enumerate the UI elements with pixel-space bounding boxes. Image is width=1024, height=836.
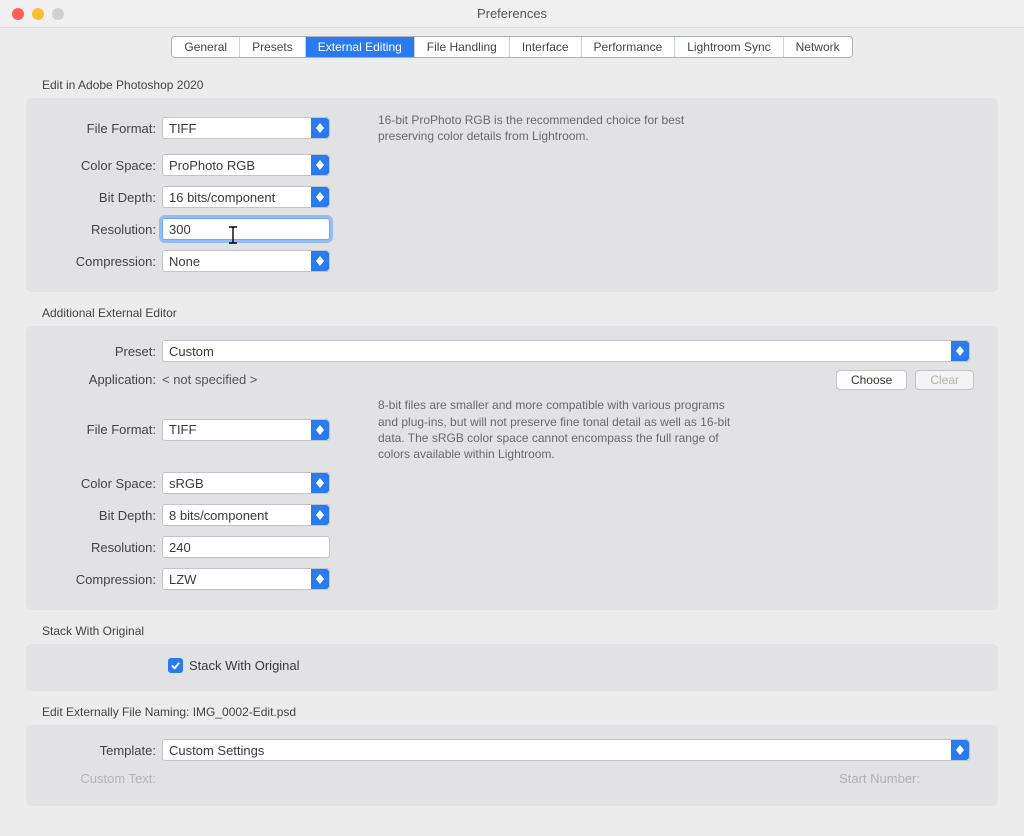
color-space-select[interactable]: ProPhoto RGB (162, 154, 330, 176)
preference-tabstrip: GeneralPresetsExternal EditingFile Handl… (171, 36, 852, 58)
additional-help-text: 8-bit files are smaller and more compati… (378, 397, 738, 462)
file-format-select-2[interactable]: TIFF (162, 419, 330, 441)
template-label: Template: (44, 743, 162, 758)
photoshop-help-text: 16-bit ProPhoto RGB is the recommended c… (378, 112, 738, 144)
tab-network[interactable]: Network (784, 37, 852, 57)
updown-icon (311, 187, 329, 207)
resolution-label: Resolution: (44, 222, 162, 237)
start-number-label: Start Number: (839, 771, 920, 786)
resolution-input-2[interactable]: 240 (162, 536, 330, 558)
template-select[interactable]: Custom Settings (162, 739, 970, 761)
file-format-value-2: TIFF (169, 422, 196, 437)
content-area: Edit in Adobe Photoshop 2020 File Format… (0, 64, 1024, 836)
updown-icon (311, 569, 329, 589)
preference-tabbar: GeneralPresetsExternal EditingFile Handl… (0, 28, 1024, 64)
bit-depth-value-2: 8 bits/component (169, 508, 268, 523)
resolution-value-2: 240 (169, 540, 191, 555)
section-header-stack: Stack With Original (42, 624, 1008, 638)
tab-file-handling[interactable]: File Handling (415, 37, 510, 57)
file-format-label-2: File Format: (44, 422, 162, 437)
titlebar: Preferences (0, 0, 1024, 28)
tab-external-editing[interactable]: External Editing (306, 37, 415, 57)
custom-text-label: Custom Text: (44, 771, 162, 786)
section-header-photoshop: Edit in Adobe Photoshop 2020 (42, 78, 1008, 92)
zoom-button[interactable] (52, 8, 64, 20)
clear-button: Clear (915, 370, 974, 390)
panel-naming: Template: Custom Settings Custom Text: S… (26, 725, 998, 806)
file-format-label: File Format: (44, 121, 162, 136)
compression-label-2: Compression: (44, 572, 162, 587)
resolution-input[interactable]: 300 (162, 218, 330, 240)
compression-select[interactable]: None (162, 250, 330, 272)
file-format-value: TIFF (169, 121, 196, 136)
window-title: Preferences (477, 6, 547, 21)
tab-lightroom-sync[interactable]: Lightroom Sync (675, 37, 783, 57)
file-format-select[interactable]: TIFF (162, 117, 330, 139)
close-button[interactable] (12, 8, 24, 20)
updown-icon (951, 740, 969, 760)
preset-value: Custom (169, 344, 214, 359)
template-value: Custom Settings (169, 743, 264, 758)
choose-button[interactable]: Choose (836, 370, 907, 390)
updown-icon (311, 420, 329, 440)
color-space-value: ProPhoto RGB (169, 158, 255, 173)
color-space-select-2[interactable]: sRGB (162, 472, 330, 494)
bit-depth-label: Bit Depth: (44, 190, 162, 205)
preset-select[interactable]: Custom (162, 340, 970, 362)
application-value: < not specified > (162, 372, 257, 387)
bit-depth-select-2[interactable]: 8 bits/component (162, 504, 330, 526)
panel-photoshop: File Format: TIFF 16-bit ProPhoto RGB is… (26, 98, 998, 292)
updown-icon (311, 251, 329, 271)
minimize-button[interactable] (32, 8, 44, 20)
bit-depth-label-2: Bit Depth: (44, 508, 162, 523)
stack-checkbox-label: Stack With Original (189, 658, 300, 673)
tab-general[interactable]: General (172, 37, 240, 57)
section-header-additional: Additional External Editor (42, 306, 1008, 320)
resolution-value: 300 (169, 222, 191, 237)
section-header-naming: Edit Externally File Naming: IMG_0002-Ed… (42, 705, 1008, 719)
preset-label: Preset: (44, 344, 162, 359)
updown-icon (311, 505, 329, 525)
color-space-label-2: Color Space: (44, 476, 162, 491)
updown-icon (311, 473, 329, 493)
resolution-label-2: Resolution: (44, 540, 162, 555)
tab-interface[interactable]: Interface (510, 37, 582, 57)
updown-icon (951, 341, 969, 361)
panel-stack: Stack With Original (26, 644, 998, 691)
window-controls (12, 8, 64, 20)
bit-depth-value: 16 bits/component (169, 190, 275, 205)
compression-select-2[interactable]: LZW (162, 568, 330, 590)
color-space-value-2: sRGB (169, 476, 204, 491)
color-space-label: Color Space: (44, 158, 162, 173)
updown-icon (311, 155, 329, 175)
compression-label: Compression: (44, 254, 162, 269)
updown-icon (311, 118, 329, 138)
compression-value-2: LZW (169, 572, 196, 587)
bit-depth-select[interactable]: 16 bits/component (162, 186, 330, 208)
compression-value: None (169, 254, 200, 269)
tab-performance[interactable]: Performance (582, 37, 676, 57)
tab-presets[interactable]: Presets (240, 37, 306, 57)
application-label: Application: (44, 372, 162, 387)
text-cursor-icon (225, 225, 241, 245)
stack-checkbox[interactable] (168, 658, 183, 673)
panel-additional: Preset: Custom Application: < not specif… (26, 326, 998, 610)
